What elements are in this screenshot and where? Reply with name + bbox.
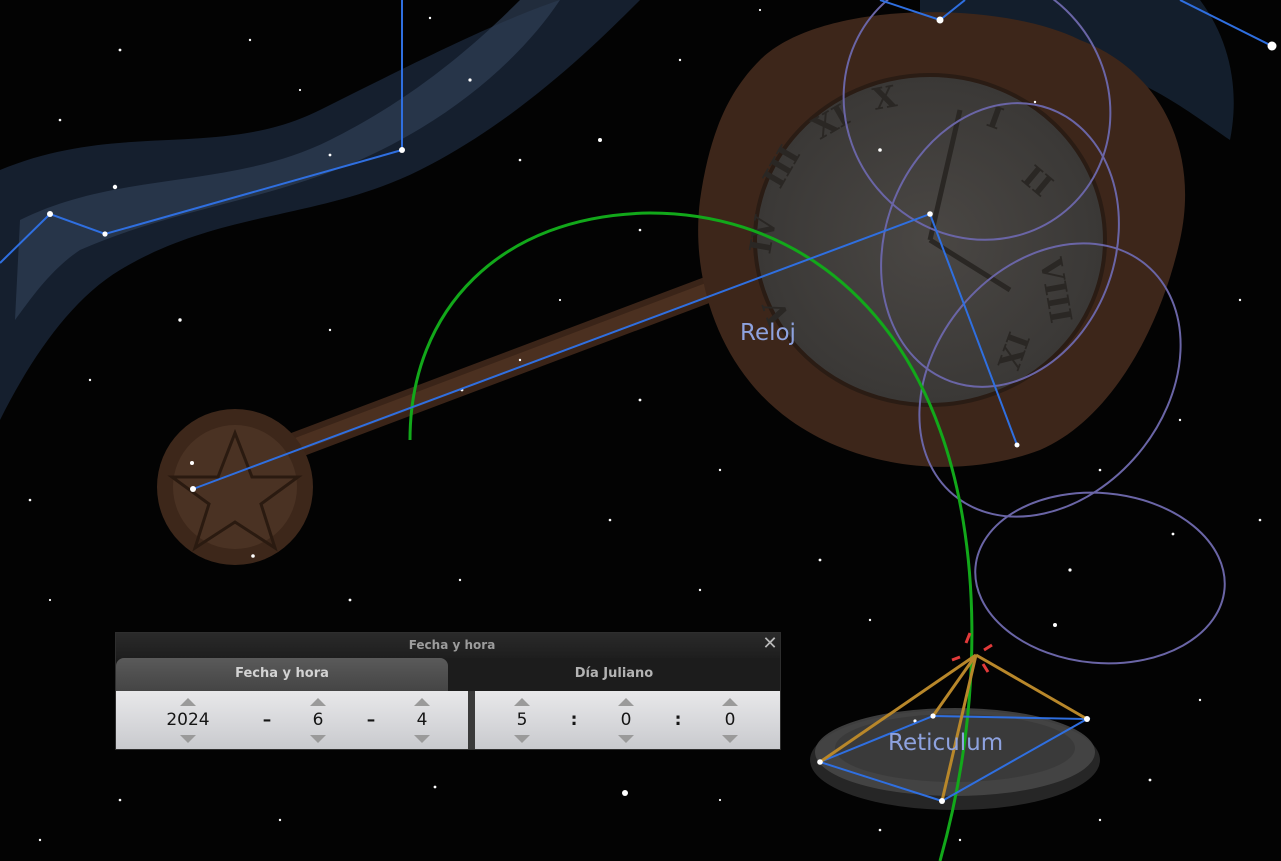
chevron-down-icon[interactable] [514, 735, 530, 743]
chevron-down-icon[interactable] [618, 735, 634, 743]
panel-divider [468, 691, 475, 749]
chevron-down-icon[interactable] [180, 735, 196, 743]
chevron-down-icon[interactable] [310, 735, 326, 743]
year-value[interactable]: 2024 [163, 710, 213, 730]
time-separator: : [570, 710, 578, 730]
minute-spinbox[interactable]: 0 [601, 691, 651, 749]
time-panel: 5 : 0 : 0 [475, 691, 780, 749]
chevron-up-icon[interactable] [618, 698, 634, 706]
day-spinbox[interactable]: 4 [397, 691, 447, 749]
chevron-up-icon[interactable] [414, 698, 430, 706]
constellation-label-reloj: Reloj [740, 320, 796, 346]
close-icon[interactable]: ✕ [761, 634, 779, 654]
date-separator: – [366, 710, 376, 730]
day-value[interactable]: 4 [397, 710, 447, 730]
chevron-up-icon[interactable] [514, 698, 530, 706]
tab-fecha-y-hora[interactable]: Fecha y hora [116, 658, 448, 692]
hour-value[interactable]: 5 [497, 710, 547, 730]
chevron-up-icon[interactable] [310, 698, 326, 706]
second-value[interactable]: 0 [705, 710, 755, 730]
dialog-title: Fecha y hora [408, 638, 496, 652]
constellation-label-reticulum: Reticulum [888, 730, 1003, 756]
hour-spinbox[interactable]: 5 [497, 691, 547, 749]
tab-dia-juliano[interactable]: Día Juliano [448, 658, 780, 692]
chevron-down-icon[interactable] [722, 735, 738, 743]
date-panel: 2024 – 6 – 4 [116, 691, 468, 749]
chevron-up-icon[interactable] [180, 698, 196, 706]
date-time-dialog[interactable]: Fecha y hora ✕ Fecha y hora Día Juliano … [115, 632, 781, 750]
year-spinbox[interactable]: 2024 [163, 691, 213, 749]
minute-value[interactable]: 0 [601, 710, 651, 730]
time-separator: : [674, 710, 682, 730]
month-spinbox[interactable]: 6 [293, 691, 343, 749]
date-separator: – [262, 710, 272, 730]
month-value[interactable]: 6 [293, 710, 343, 730]
chevron-down-icon[interactable] [414, 735, 430, 743]
chevron-up-icon[interactable] [722, 698, 738, 706]
dialog-titlebar[interactable]: Fecha y hora ✕ [116, 633, 780, 658]
second-spinbox[interactable]: 0 [705, 691, 755, 749]
